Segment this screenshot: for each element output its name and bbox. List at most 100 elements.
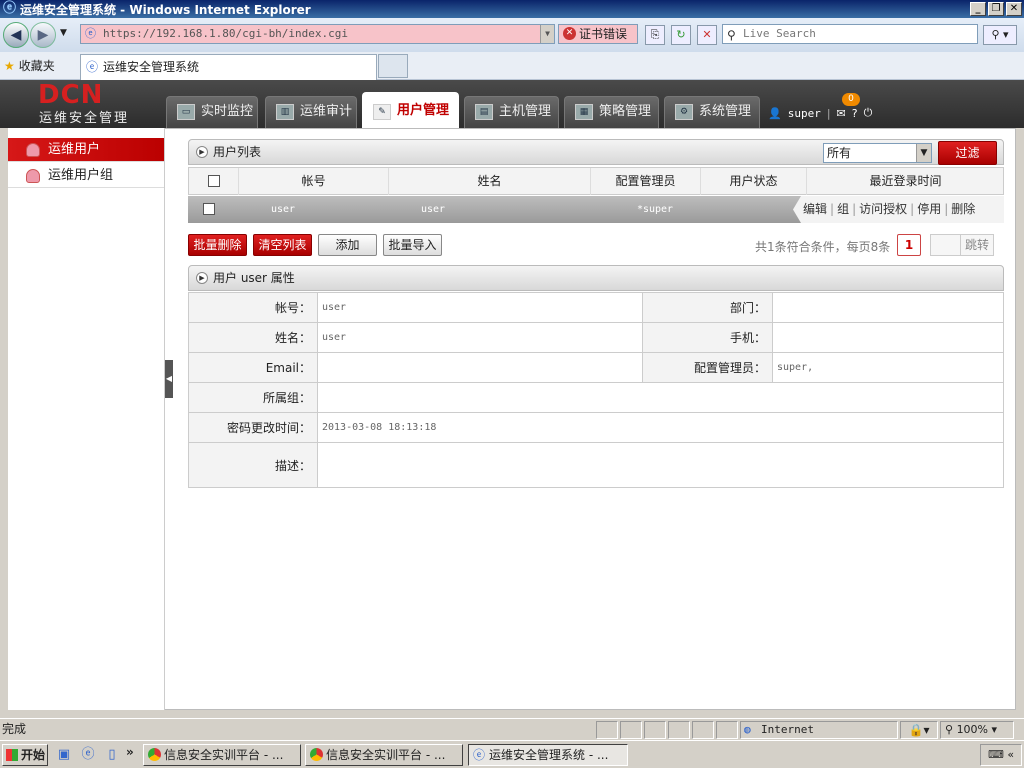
batch-delete-button[interactable]: 批量删除: [188, 234, 247, 256]
description-value: [318, 443, 1003, 487]
browser-tab[interactable]: ⓔ 运维安全管理系统: [80, 54, 377, 80]
power-icon[interactable]: ⏻: [864, 106, 873, 120]
password-time-value: 2013-03-08 18:13:18: [322, 422, 437, 433]
jump-button[interactable]: 跳转: [960, 234, 994, 256]
new-tab-button[interactable]: [378, 54, 408, 78]
table-header: 帐号 姓名 配置管理员 用户状态 最近登录时间: [188, 167, 1004, 195]
add-button[interactable]: 添加: [318, 234, 377, 256]
taskbar-item-training-2[interactable]: 信息安全实训平台 - ...: [305, 744, 463, 766]
audit-icon: ▥: [276, 104, 294, 120]
forward-button[interactable]: ▶: [30, 22, 56, 48]
description-label: 描述：: [189, 443, 318, 487]
search-button[interactable]: ⚲ ▾: [983, 25, 1017, 45]
property-row: 帐号： user 部门：: [189, 293, 1003, 323]
ie-icon: ⓔ: [473, 748, 486, 762]
delete-link[interactable]: 删除: [951, 202, 975, 216]
property-row: 描述：: [189, 443, 1003, 487]
user-area: 👤 super | ✉ ? ⏻: [768, 106, 872, 120]
disable-link[interactable]: 停用: [917, 202, 941, 216]
separator: |: [826, 106, 831, 120]
help-icon[interactable]: ?: [852, 107, 858, 120]
url-dropdown-icon[interactable]: ▼: [540, 25, 554, 43]
column-header-admin[interactable]: 配置管理员: [591, 168, 701, 195]
row-checkbox[interactable]: [203, 203, 215, 215]
sidebar-item-ops-user-groups[interactable]: 运维用户组: [8, 164, 164, 188]
expand-arrow-icon[interactable]: ▶: [196, 272, 208, 284]
search-placeholder: Live Search: [743, 27, 816, 40]
history-dropdown-icon[interactable]: ▼: [60, 28, 67, 38]
back-button[interactable]: ◀: [3, 22, 29, 48]
filter-button[interactable]: 过滤: [938, 141, 997, 165]
jump-page-input[interactable]: [930, 234, 962, 256]
server-manager-icon[interactable]: ▯: [104, 747, 120, 763]
select-all-cell: [189, 168, 239, 195]
panel-title: 用户列表: [213, 145, 262, 159]
account-value: user: [318, 293, 643, 322]
favorites-button[interactable]: ★ 收藏夹: [4, 57, 55, 74]
logo: DCN: [38, 80, 104, 110]
show-desktop-icon[interactable]: ▣: [56, 747, 72, 763]
ie-quicklaunch-icon[interactable]: ⓔ: [80, 747, 96, 763]
column-header-account[interactable]: 帐号: [239, 168, 389, 195]
refresh-icon[interactable]: ↻: [671, 25, 691, 45]
column-header-status[interactable]: 用户状态: [701, 168, 807, 195]
mail-icon[interactable]: ✉: [837, 107, 846, 120]
tab-user-management[interactable]: ✎ 用户管理: [362, 92, 459, 128]
column-header-last-login[interactable]: 最近登录时间: [807, 168, 1004, 195]
department-value: [773, 293, 1003, 322]
status-filter-select[interactable]: 所有 ▼: [823, 143, 932, 163]
tray-expand-icon[interactable]: «: [1007, 748, 1014, 761]
admin-label: 配置管理员：: [643, 353, 773, 382]
phone-label: 手机：: [643, 323, 773, 352]
compat-view-icon[interactable]: ⎘: [645, 25, 665, 45]
taskbar-item-training-1[interactable]: 信息安全实训平台 - ...: [143, 744, 301, 766]
stop-icon[interactable]: ✕: [697, 25, 717, 45]
tab-system-management[interactable]: ⚙ 系统管理: [664, 96, 760, 128]
batch-import-button[interactable]: 批量导入: [383, 234, 442, 256]
panel-title: 用户 user 属性: [213, 271, 295, 285]
certificate-error-button[interactable]: ✕ 证书错误: [558, 24, 638, 44]
sidebar-item-ops-users[interactable]: 运维用户: [8, 138, 164, 162]
close-window-button[interactable]: ✕: [1006, 2, 1022, 16]
current-user[interactable]: super: [788, 107, 821, 120]
minimize-button[interactable]: _: [970, 2, 986, 16]
tab-policy-management[interactable]: ▦ 策略管理: [564, 96, 659, 128]
taskbar-item-ops-system[interactable]: ⓔ 运维安全管理系统 - ...: [468, 744, 628, 766]
search-input[interactable]: ⚲ Live Search: [722, 24, 978, 44]
property-row: 密码更改时间： 2013-03-08 18:13:18: [189, 413, 1003, 443]
select-all-checkbox[interactable]: [208, 175, 220, 187]
star-icon: ★: [4, 59, 15, 73]
row-actions: 编辑 | 组 | 访问授权 | 停用 | 删除: [793, 196, 1004, 223]
group-link[interactable]: 组: [837, 202, 849, 216]
task-label: 运维安全管理系统 - ...: [489, 748, 609, 762]
expand-arrow-icon[interactable]: ▶: [196, 146, 208, 158]
clear-list-button[interactable]: 清空列表: [253, 234, 312, 256]
window-title: 运维安全管理系统 - Windows Internet Explorer: [20, 2, 311, 17]
sidebar-item-label: 运维用户组: [48, 168, 114, 183]
zone-indicator[interactable]: ◍ Internet: [740, 721, 898, 739]
restore-button[interactable]: ❐: [988, 2, 1004, 16]
page-number[interactable]: 1: [897, 234, 921, 256]
tab-realtime-monitor[interactable]: ▭ 实时监控: [166, 96, 258, 128]
system-tray[interactable]: ⌨ «: [980, 744, 1022, 766]
protected-mode-icon[interactable]: 🔒▾: [900, 721, 938, 739]
url-field[interactable]: ⓔ https://192.168.1.80/cgi-bh/index.cgi …: [80, 24, 555, 44]
task-label: 信息安全实训平台 - ...: [326, 748, 446, 762]
access-auth-link[interactable]: 访问授权: [859, 202, 907, 216]
globe-icon: ◍: [744, 723, 751, 736]
tab-audit[interactable]: ▥ 运维审计: [265, 96, 357, 128]
status-text: 完成: [2, 722, 27, 736]
account-label: 帐号：: [189, 293, 318, 322]
column-header-name[interactable]: 姓名: [389, 168, 591, 195]
collapse-sidebar-handle[interactable]: ◀: [165, 360, 173, 398]
cell-account: user: [270, 204, 296, 215]
zoom-control[interactable]: ⚲ 100% ▾: [940, 721, 1014, 739]
keyboard-icon[interactable]: ⌨: [988, 748, 1004, 761]
policy-icon: ▦: [575, 104, 593, 120]
tab-host-management[interactable]: ▤ 主机管理: [464, 96, 559, 128]
start-button[interactable]: 开始: [2, 744, 48, 766]
quicklaunch-expand-icon[interactable]: »: [126, 745, 134, 759]
edit-link[interactable]: 编辑: [803, 202, 827, 216]
start-label: 开始: [21, 748, 46, 762]
filter-value: 所有: [827, 146, 852, 160]
